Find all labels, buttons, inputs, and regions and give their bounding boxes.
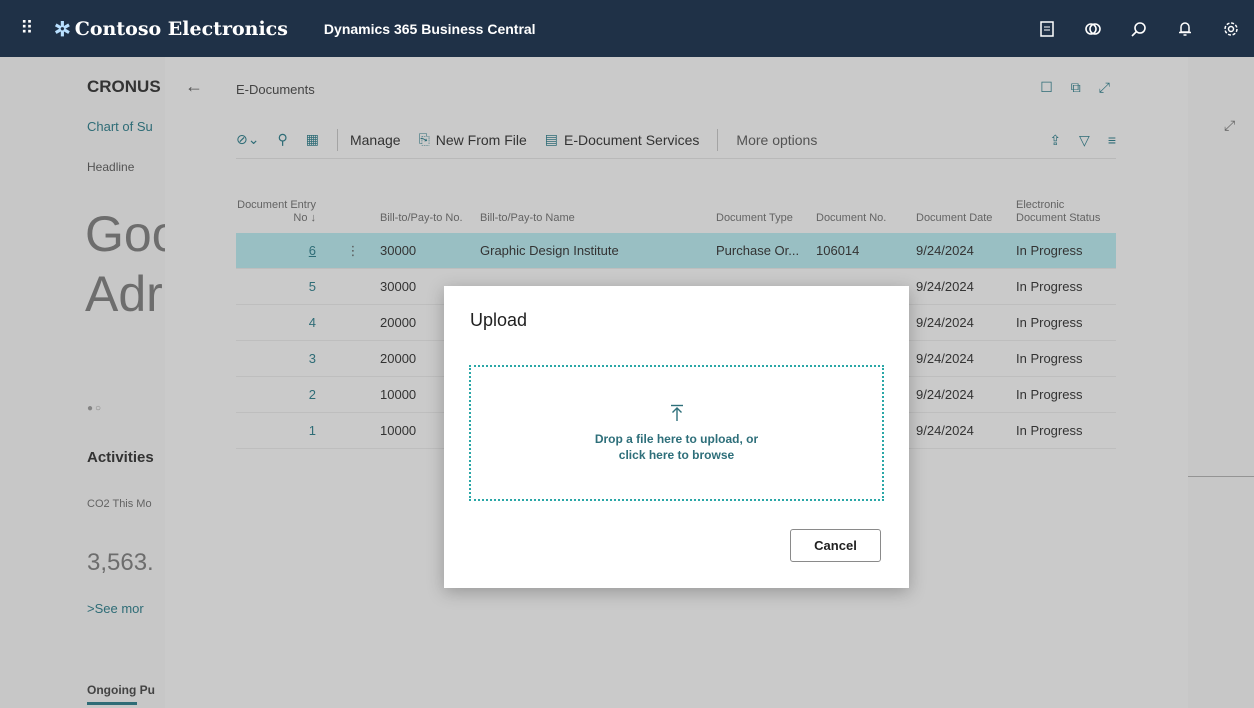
drop-zone-text: Drop a file here to upload, or click her… [595, 431, 758, 463]
contoso-logo-icon: ✲ [54, 16, 71, 41]
upload-dialog: Upload Drop a file here to upload, or cl… [444, 286, 909, 588]
brand-name: Contoso Electronics [74, 17, 288, 40]
product-name: Dynamics 365 Business Central [323, 20, 536, 37]
app-launcher-icon[interactable]: ⠿ [0, 0, 52, 57]
drop-zone-line-1: Drop a file here to upload, or [594, 431, 759, 446]
top-icons [1024, 0, 1254, 57]
copilot-icon[interactable] [1070, 0, 1116, 57]
report-icon[interactable] [1024, 0, 1070, 57]
dialog-title: Upload [470, 310, 528, 330]
app-bar: ⠿ ✲ Contoso Electronics Dynamics 365 Bus… [0, 0, 1254, 57]
upload-icon [670, 404, 684, 427]
brand[interactable]: ✲ Contoso Electronics [54, 17, 288, 41]
cancel-button[interactable]: Cancel [790, 529, 881, 562]
file-drop-zone[interactable]: Drop a file here to upload, or click her… [469, 365, 884, 501]
search-icon[interactable] [1116, 0, 1162, 57]
drop-zone-line-2[interactable]: click here to browse [595, 447, 758, 463]
bell-icon[interactable] [1162, 0, 1208, 57]
gear-icon[interactable] [1208, 0, 1254, 57]
